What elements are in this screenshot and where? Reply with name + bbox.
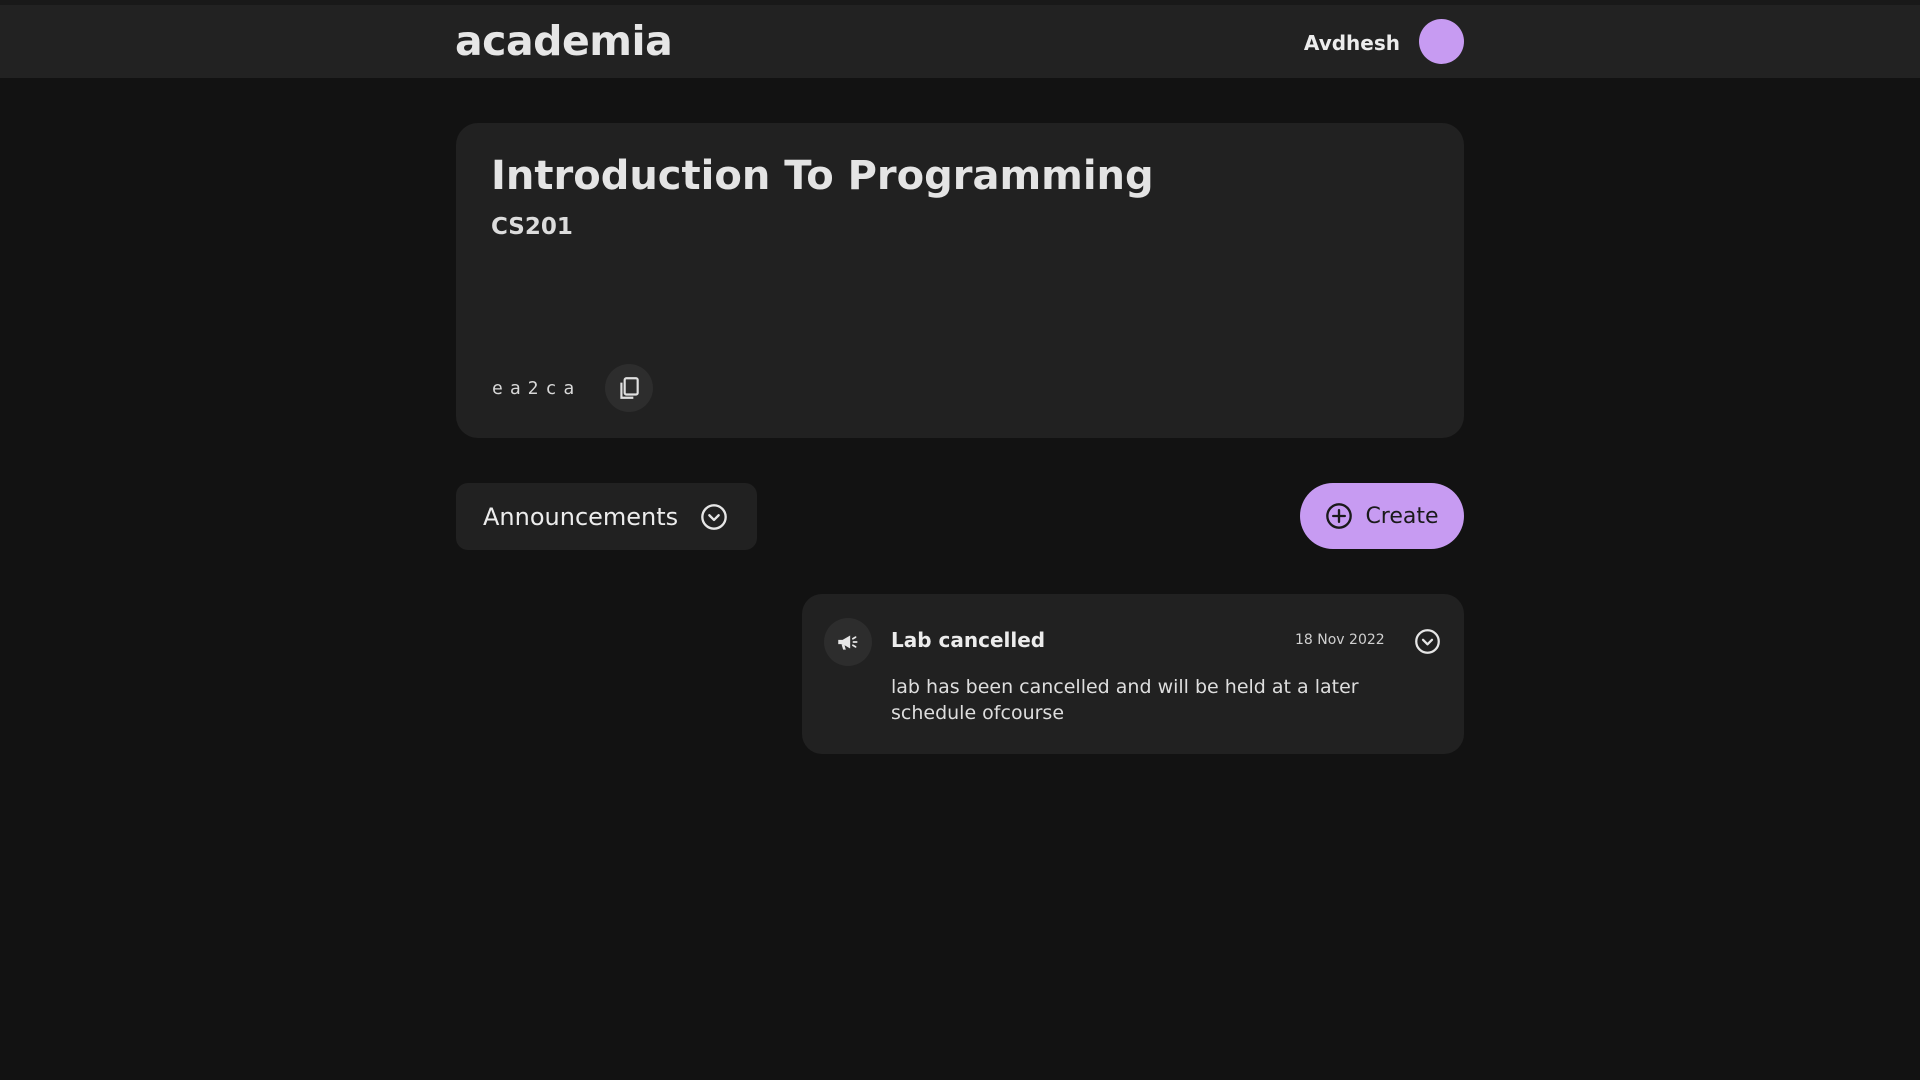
announcement-icon-badge	[824, 618, 872, 666]
announcements-dropdown-label: Announcements	[483, 503, 679, 531]
announcement-date: 18 Nov 2022	[1295, 632, 1385, 648]
course-card: Introduction To Programming CS201 ea2ca	[456, 123, 1464, 438]
course-title: Introduction To Programming	[491, 153, 1154, 199]
create-button-label: Create	[1365, 503, 1439, 529]
top-navbar: academia Avdhesh	[0, 5, 1920, 78]
brand-logo[interactable]: academia	[455, 17, 673, 65]
megaphone-icon	[838, 635, 858, 650]
copy-code-button[interactable]	[605, 364, 653, 412]
announcements-dropdown[interactable]: Announcements	[456, 483, 757, 550]
class-code: ea2ca	[492, 378, 582, 399]
chevron-down-icon[interactable]	[1414, 628, 1441, 655]
announcement-card: Lab cancelled 18 Nov 2022 lab has been c…	[802, 594, 1464, 754]
create-announcement-button[interactable]: Create	[1300, 483, 1464, 549]
announcement-body: lab has been cancelled and will be held …	[891, 676, 1359, 724]
avatar[interactable]	[1419, 19, 1464, 64]
copy-icon	[620, 377, 639, 399]
course-code: CS201	[491, 214, 573, 240]
user-name: Avdhesh	[1303, 31, 1400, 55]
chevron-down-icon	[701, 504, 727, 530]
announcement-title: Lab cancelled	[891, 628, 1046, 652]
plus-circle-icon	[1326, 503, 1353, 529]
